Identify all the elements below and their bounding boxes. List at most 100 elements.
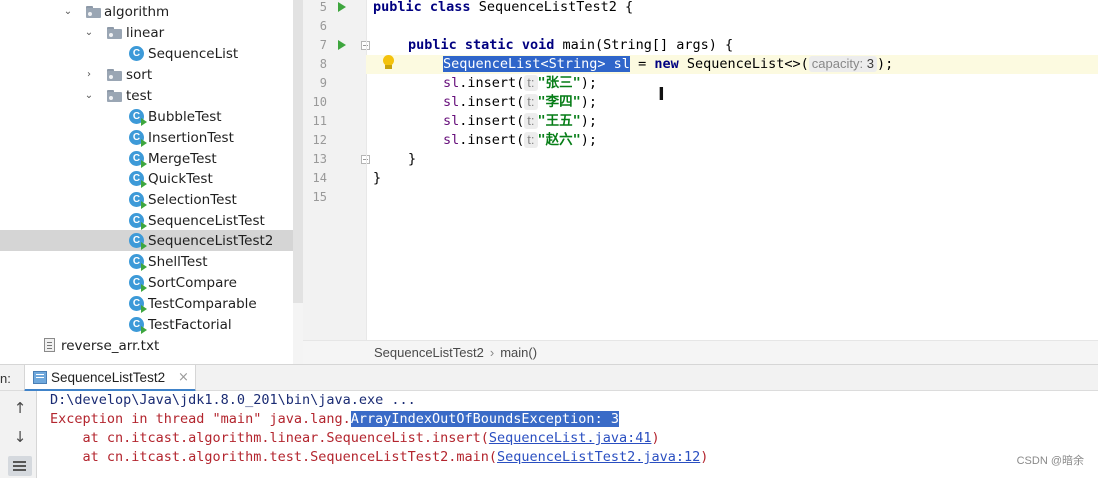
tree-item-testcomparable[interactable]: C TestComparable: [0, 293, 293, 314]
run-side-toolbar: ↑ ↓: [0, 391, 37, 478]
code-editor[interactable]: 5 6 7 8 9 10 11 12 13 14 15 public class…: [303, 0, 1098, 340]
chevron-down-icon[interactable]: ⌄: [83, 27, 95, 39]
soft-wrap-icon[interactable]: [8, 456, 32, 476]
line-number: 10: [312, 95, 327, 109]
run-tab-label: SequenceListTest2: [51, 370, 166, 385]
runnable-class-icon: C: [129, 233, 147, 250]
selected-text: SequenceList<String> sl: [443, 56, 630, 72]
tree-item-label: SortCompare: [148, 274, 237, 291]
watermark: CSDN @暗余: [1016, 455, 1084, 467]
package-folder-icon: [107, 90, 122, 102]
code-line-10: sl.insert(t: "李四");: [443, 94, 598, 110]
code-line-9: sl.insert(t: "张三");: [443, 75, 598, 91]
line-number: 8: [319, 57, 327, 71]
tree-item-algorithm[interactable]: ⌄ algorithm: [0, 1, 293, 22]
runnable-class-icon: C: [129, 130, 147, 147]
tree-item-selectiontest[interactable]: C SelectionTest: [0, 189, 293, 210]
tree-item-sequencelisttest2[interactable]: C SequenceListTest2: [0, 230, 293, 251]
tree-item-label: sort: [126, 66, 153, 83]
tree-item-label: ShellTest: [148, 253, 208, 270]
run-class-icon[interactable]: [338, 2, 346, 12]
console-command-line: D:\develop\Java\jdk1.8.0_201\bin\java.ex…: [50, 392, 416, 408]
parameter-hint: t:: [524, 113, 538, 129]
run-tool-window-header: n: SequenceListTest2 ×: [0, 364, 1098, 392]
run-main-icon[interactable]: [338, 40, 346, 50]
tree-item-label: TestFactorial: [148, 316, 232, 333]
line-number: 13: [312, 152, 327, 166]
tree-item-label: SequenceListTest: [148, 212, 265, 229]
stack-trace-link[interactable]: SequenceList.java:41: [489, 430, 652, 446]
console-output[interactable]: D:\develop\Java\jdk1.8.0_201\bin\java.ex…: [37, 391, 1098, 478]
tree-item-label: SelectionTest: [148, 191, 237, 208]
line-number: 14: [312, 171, 327, 185]
tree-item-mergetest[interactable]: C MergeTest: [0, 148, 293, 169]
breadcrumb-item-method[interactable]: main(): [500, 345, 537, 360]
tree-item-testfactorial[interactable]: C TestFactorial: [0, 314, 293, 335]
parameter-hint: capacity: 3: [808, 56, 877, 72]
tree-item-sortcompare[interactable]: C SortCompare: [0, 272, 293, 293]
code-line-13: }: [408, 151, 417, 167]
tree-item-test[interactable]: ⌄ test: [0, 85, 293, 106]
runnable-class-icon: C: [129, 192, 147, 209]
package-folder-icon: [107, 69, 122, 81]
mouse-text-cursor-icon: I: [658, 84, 665, 105]
code-line-5: public class SequenceListTest2 {: [373, 0, 634, 15]
selected-exception-name: ArrayIndexOutOfBoundsException: 3: [350, 411, 619, 427]
tree-item-label: MergeTest: [148, 150, 217, 167]
tree-item-bubbletest[interactable]: C BubbleTest: [0, 106, 293, 127]
tree-item-shelltest[interactable]: C ShellTest: [0, 251, 293, 272]
gutter-divider: [366, 0, 367, 340]
parameter-hint: t:: [524, 75, 538, 91]
tree-item-label: algorithm: [104, 3, 170, 20]
tree-item-label: linear: [126, 24, 165, 41]
runnable-class-icon: C: [129, 151, 147, 168]
class-icon: C: [129, 46, 144, 61]
package-folder-icon: [107, 27, 122, 39]
lightbulb-icon[interactable]: [381, 54, 395, 72]
close-icon[interactable]: ×: [178, 370, 189, 385]
line-number: 5: [319, 0, 327, 14]
chevron-down-icon[interactable]: ⌄: [62, 6, 74, 18]
project-tree: ⌄ algorithm ⌄ linear C SequenceList › so…: [0, 0, 293, 364]
editor-gutter: 5 6 7 8 9 10 11 12 13 14 15: [303, 0, 370, 340]
code-line-11: sl.insert(t: "王五");: [443, 113, 598, 129]
tree-item-label: QuickTest: [148, 170, 213, 187]
tree-item-label: TestComparable: [148, 295, 257, 312]
line-number: 9: [319, 76, 327, 90]
tree-item-label: SequenceListTest2: [148, 232, 274, 249]
tree-item-label: test: [126, 87, 152, 104]
stack-trace-link[interactable]: SequenceListTest2.java:12: [497, 449, 700, 465]
arrow-up-icon[interactable]: ↑: [10, 398, 30, 418]
code-line-14: }: [373, 170, 382, 186]
breadcrumb: SequenceListTest2 › main(): [303, 340, 1098, 364]
tree-item-sequencelisttest[interactable]: C SequenceListTest: [0, 210, 293, 231]
line-number: 15: [312, 190, 327, 204]
tree-scrollbar[interactable]: [293, 0, 303, 303]
run-config-tab[interactable]: SequenceListTest2 ×: [24, 365, 196, 392]
tree-item-reverse-arr[interactable]: reverse_arr.txt: [0, 335, 293, 356]
code-line-8: SequenceList<String> sl = new SequenceLi…: [443, 56, 894, 72]
tree-item-linear[interactable]: ⌄ linear: [0, 22, 293, 43]
stack-trace-line: at cn.itcast.algorithm.test.SequenceList…: [50, 449, 709, 465]
parameter-hint: t:: [524, 94, 538, 110]
chevron-down-icon[interactable]: ⌄: [83, 90, 95, 102]
breadcrumb-item-class[interactable]: SequenceListTest2: [374, 345, 484, 360]
text-file-icon: [44, 338, 55, 352]
run-panel-label: n:: [0, 371, 11, 386]
tree-item-quicktest[interactable]: C QuickTest: [0, 168, 293, 189]
tree-item-label: reverse_arr.txt: [61, 337, 160, 354]
tree-item-sort[interactable]: › sort: [0, 64, 293, 85]
tree-item-insertiontest[interactable]: C InsertionTest: [0, 127, 293, 148]
runnable-class-icon: C: [129, 254, 147, 271]
line-number: 11: [312, 114, 327, 128]
tree-item-sequencelist[interactable]: C SequenceList: [0, 43, 293, 64]
arrow-down-icon[interactable]: ↓: [10, 427, 30, 447]
tree-scrollbar-track: [293, 303, 303, 364]
stack-trace-line: at cn.itcast.algorithm.linear.SequenceLi…: [50, 430, 660, 446]
tree-item-label: InsertionTest: [148, 129, 234, 146]
runnable-class-icon: C: [129, 317, 147, 334]
tree-item-label: SequenceList: [148, 45, 239, 62]
runnable-class-icon: C: [129, 213, 147, 230]
chevron-right-icon[interactable]: ›: [83, 69, 95, 81]
parameter-hint: t:: [524, 132, 538, 148]
